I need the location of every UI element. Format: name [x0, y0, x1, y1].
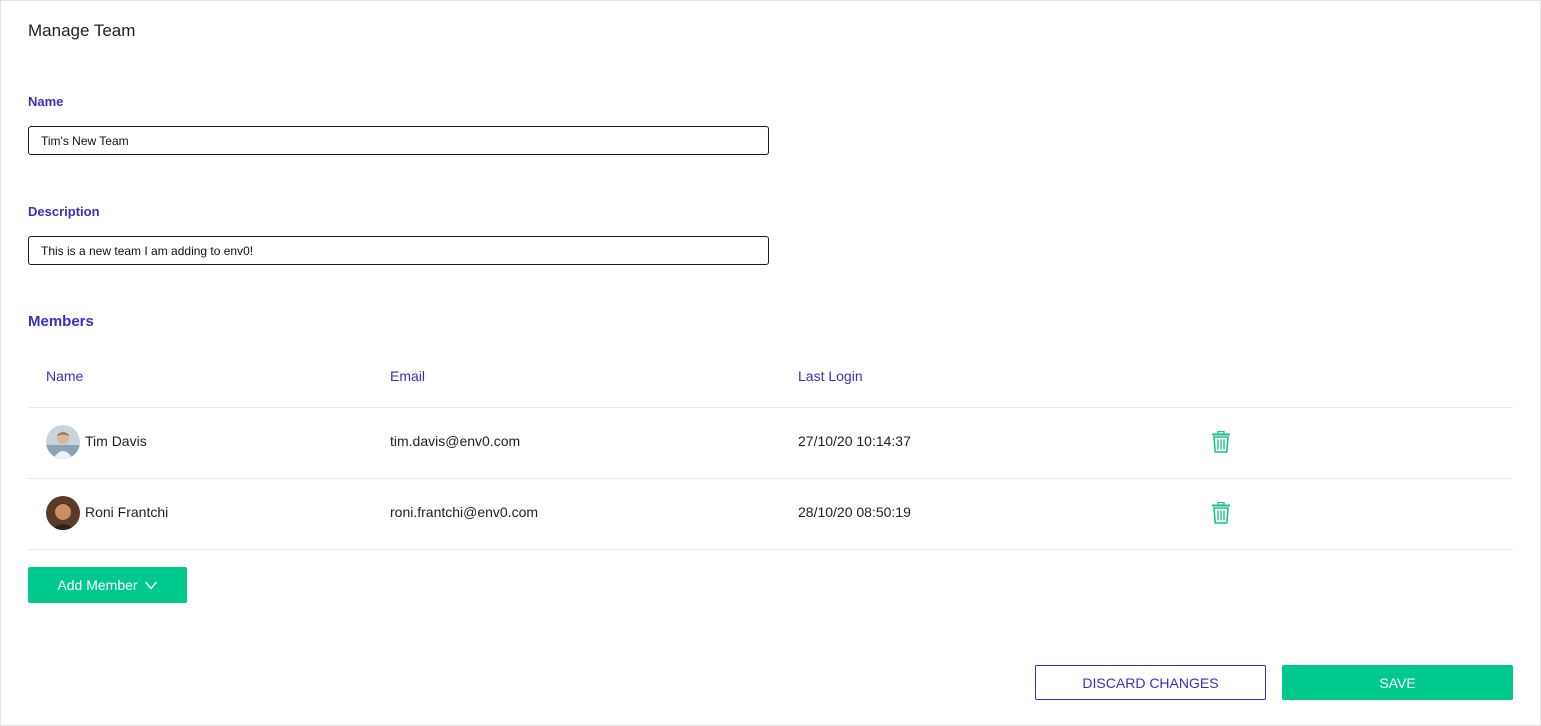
column-header-name: Name [46, 368, 84, 384]
member-last-login: 27/10/20 10:14:37 [798, 433, 911, 449]
member-email: roni.frantchi@env0.com [390, 504, 539, 520]
add-member-label: Add Member [57, 577, 138, 593]
table-divider [28, 478, 1513, 479]
member-email: tim.davis@env0.com [390, 433, 521, 449]
trash-icon[interactable] [1211, 501, 1231, 524]
table-divider [28, 549, 1513, 550]
team-description-input[interactable] [28, 236, 769, 265]
member-name: Tim Davis [85, 433, 147, 449]
members-section-title: Members [28, 313, 94, 330]
member-name: Roni Frantchi [85, 504, 169, 520]
name-label: Name [28, 94, 64, 109]
page-title: Manage Team [28, 21, 136, 40]
trash-icon[interactable] [1211, 430, 1231, 453]
description-label: Description [28, 204, 100, 219]
user-avatar [46, 425, 80, 459]
discard-changes-button[interactable]: DISCARD CHANGES [1035, 665, 1266, 700]
member-last-login: 28/10/20 08:50:19 [798, 504, 911, 520]
user-avatar [46, 496, 80, 530]
team-name-input[interactable] [28, 126, 769, 155]
add-member-button[interactable]: Add Member [28, 567, 187, 603]
column-header-last-login: Last Login [798, 368, 863, 384]
save-button[interactable]: SAVE [1282, 665, 1513, 700]
chevron-down-icon [144, 577, 158, 593]
table-divider [28, 407, 1513, 408]
column-header-email: Email [390, 368, 426, 384]
manage-team-panel: Manage Team Name Description Members Nam… [0, 0, 1541, 726]
